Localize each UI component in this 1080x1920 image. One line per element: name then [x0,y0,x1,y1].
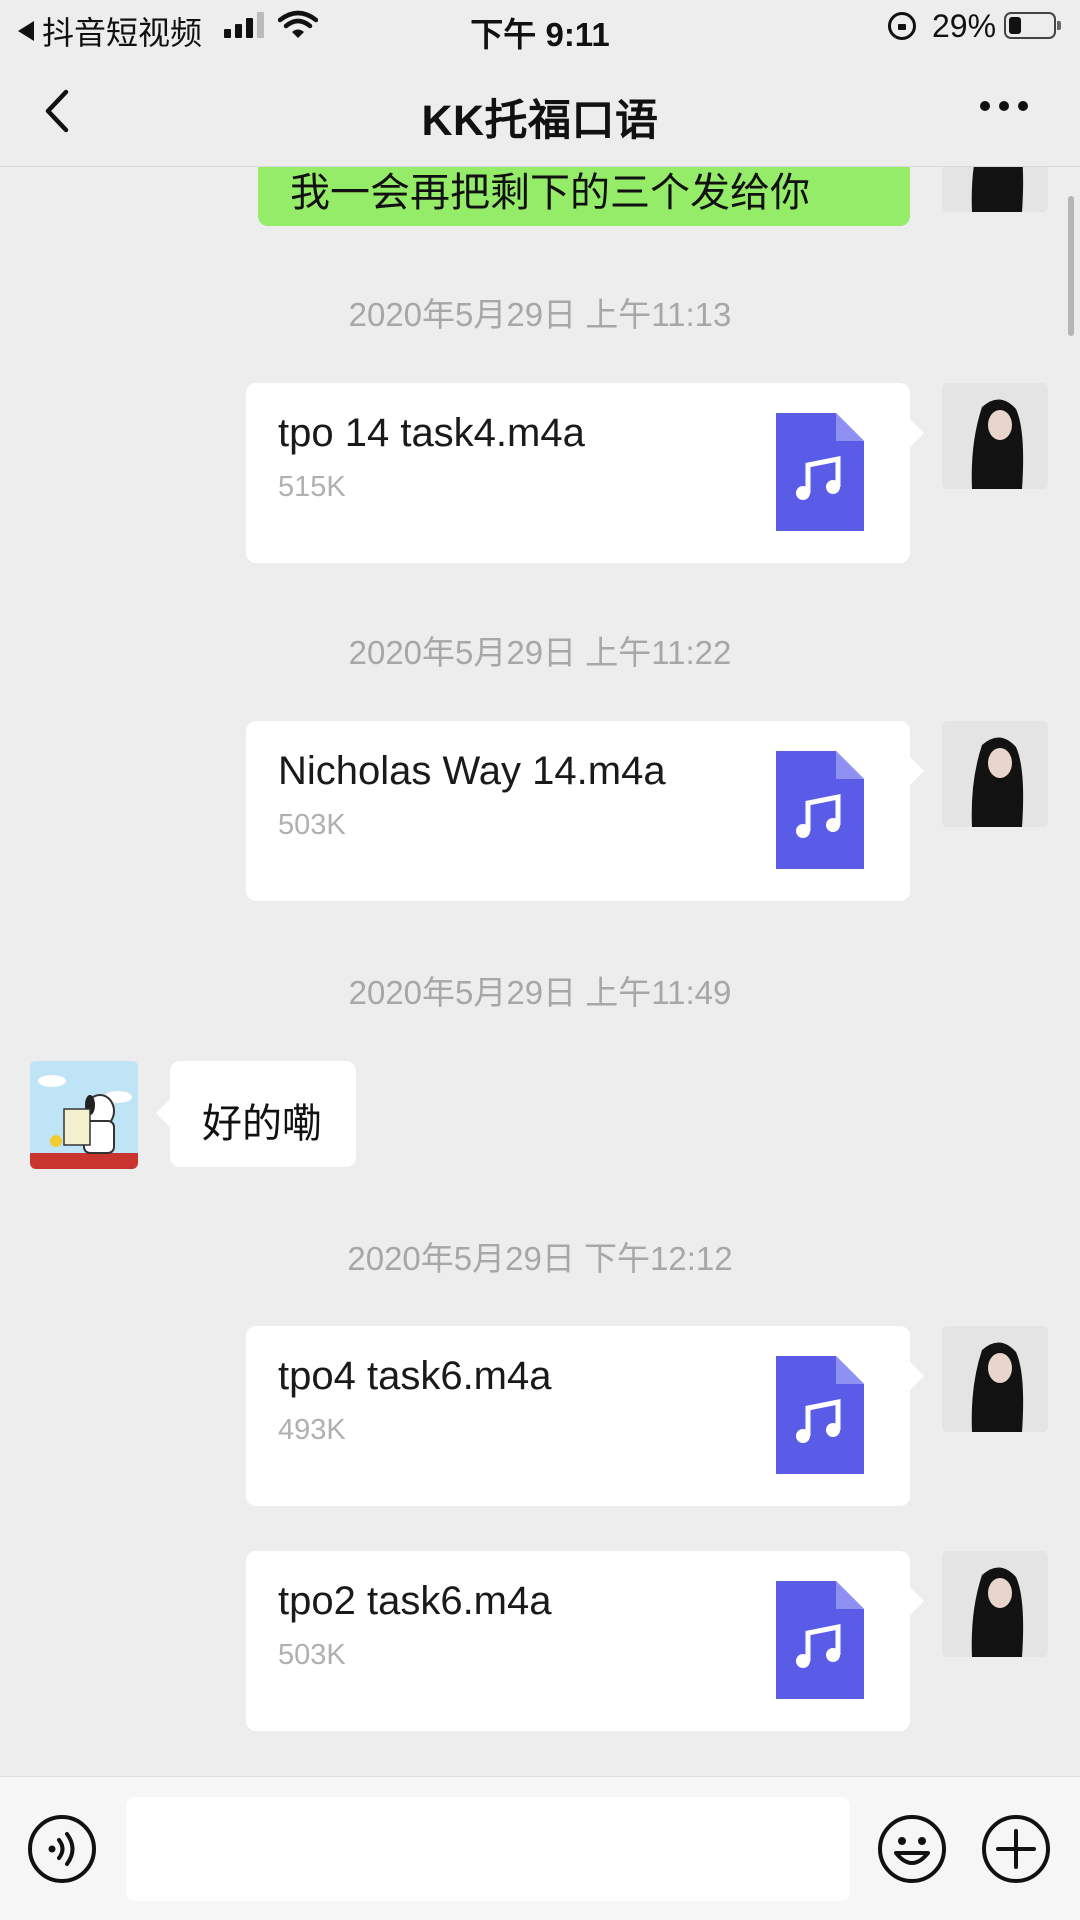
file-name: tpo2 task6.m4a [278,1579,552,1623]
received-text-bubble[interactable]: 好的嘞 [156,1061,356,1167]
my-avatar[interactable] [942,166,1048,212]
battery-fill [1009,17,1021,34]
audio-file-icon [776,413,864,531]
portrait-image [942,1326,1048,1432]
file-message[interactable]: tpo4 task6.m4a 493K [246,1326,924,1506]
file-name: tpo4 task6.m4a [278,1354,552,1398]
emoji-icon[interactable] [876,1813,948,1885]
file-name: tpo 14 task4.m4a [278,411,585,455]
status-time: 下午 9:11 [470,16,610,53]
file-size: 493K [278,1414,346,1446]
contact-avatar[interactable] [30,1061,138,1169]
message-list[interactable]: 我一会再把剩下的三个发给你 2020年5月29日 上午11:13 tpo 14 … [0,166,1080,1776]
file-size: 503K [278,1639,346,1671]
navigation-bar: KK托福口语 [0,56,1080,167]
sent-text-bubble[interactable]: 我一会再把剩下的三个发给你 [258,166,910,226]
audio-file-icon [776,1581,864,1699]
file-size: 515K [278,471,346,503]
my-avatar[interactable] [942,383,1048,489]
timestamp: 2020年5月29日 上午11:22 [348,634,732,671]
snoopy-image [30,1061,138,1169]
ellipsis-icon[interactable] [980,101,1028,111]
my-avatar[interactable] [942,721,1048,827]
timestamp: 2020年5月29日 上午11:49 [348,974,732,1011]
voice-icon[interactable] [26,1813,98,1885]
my-avatar[interactable] [942,1326,1048,1432]
battery-icon [1004,12,1061,39]
audio-file-icon [776,1356,864,1474]
portrait-image [942,166,1048,212]
portrait-image [942,383,1048,489]
chat-screen: 抖音短视频 下午 9:11 29% KK托福口语 我一会再把剩下的三个发给你 2… [0,0,1080,1920]
plus-icon[interactable] [980,1813,1052,1885]
portrait-image [942,721,1048,827]
audio-file-icon [776,751,864,869]
portrait-image [942,1551,1048,1657]
file-size: 503K [278,809,346,841]
rotation-lock-icon [888,12,916,40]
file-name: Nicholas Way 14.m4a [278,749,666,793]
chat-title: KK托福口语 [421,97,659,145]
input-bar [0,1776,1080,1920]
file-message[interactable]: tpo 14 task4.m4a 515K [246,383,924,563]
battery-percent: 29% [932,8,997,44]
message-input[interactable] [126,1797,850,1901]
status-bar: 抖音短视频 下午 9:11 29% [0,0,1080,56]
my-avatar[interactable] [942,1551,1048,1657]
timestamp: 2020年5月29日 上午11:13 [348,296,732,333]
file-message[interactable]: tpo2 task6.m4a 503K [246,1551,924,1731]
timestamp: 2020年5月29日 下午12:12 [347,1240,733,1277]
file-message[interactable]: Nicholas Way 14.m4a 503K [246,721,924,901]
